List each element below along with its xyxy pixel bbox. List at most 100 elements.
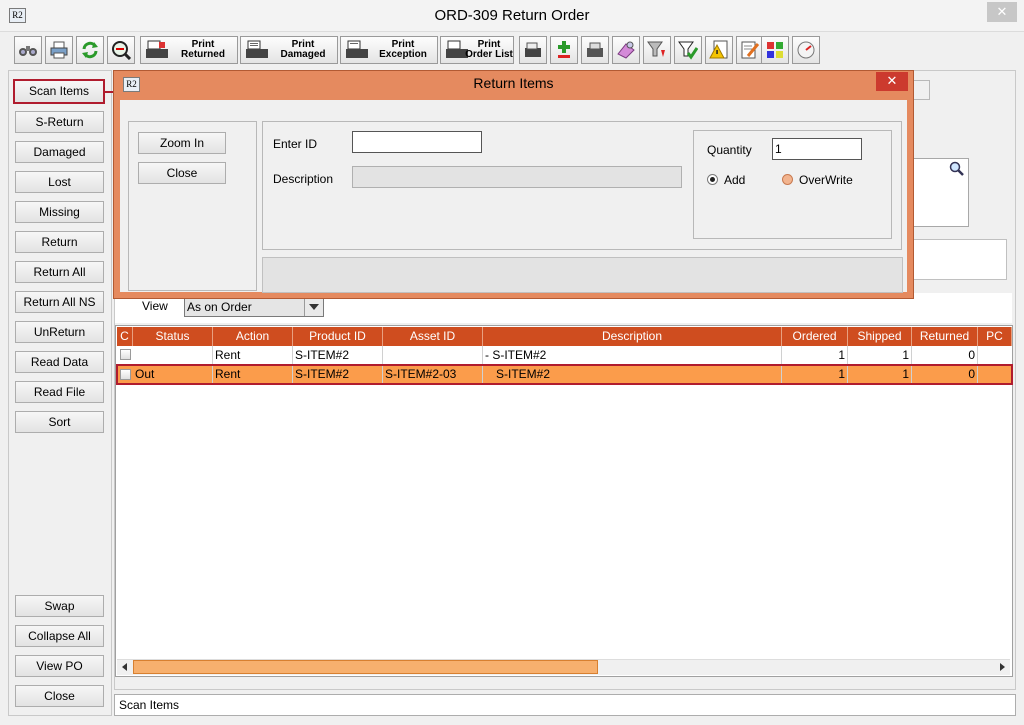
cell-status [133, 346, 213, 365]
close-button[interactable]: Close [15, 685, 104, 707]
cell-asset-id [383, 346, 483, 365]
add-remove-icon [558, 41, 570, 58]
dialog-close-button[interactable]: ✕ [876, 72, 908, 91]
scanner-button[interactable] [519, 36, 547, 64]
col-header-asset-id[interactable]: Asset ID [383, 327, 483, 346]
col-header-ordered[interactable]: Ordered [782, 327, 848, 346]
add-radio[interactable] [707, 174, 718, 185]
print-exception-button[interactable]: Print Exception [340, 36, 438, 64]
collapse-all-button[interactable]: Collapse All [15, 625, 104, 647]
eraser-icon [617, 41, 635, 59]
filter-check-button[interactable] [674, 36, 702, 64]
print-damaged-button[interactable]: Print Damaged [240, 36, 338, 64]
print-order-list-button[interactable]: Print Order List [440, 36, 514, 64]
cell-description: - S-ITEM#2 [483, 346, 782, 365]
cell-product-id: S-ITEM#2 [293, 346, 383, 365]
warning-document-icon [709, 40, 728, 59]
row-checkbox[interactable] [120, 349, 131, 360]
view-po-button[interactable]: View PO [15, 655, 104, 677]
scroll-thumb[interactable] [133, 660, 598, 674]
cell-returned: 0 [912, 346, 978, 365]
col-header-product-id[interactable]: Product ID [293, 327, 383, 346]
return-button[interactable]: Return [15, 231, 104, 253]
enter-id-label: Enter ID [273, 137, 318, 151]
edit-notes-icon [741, 41, 760, 59]
printer-icon [50, 41, 68, 59]
edit-notes-button[interactable] [736, 36, 764, 64]
funnel-check-icon [678, 41, 698, 60]
color-grid-icon [767, 42, 783, 58]
read-file-button[interactable]: Read File [15, 381, 104, 403]
col-header-pc[interactable]: PC [978, 327, 1012, 346]
add-item-button[interactable] [550, 36, 578, 64]
device-button[interactable] [581, 36, 609, 64]
s-return-button[interactable]: S-Return [15, 111, 104, 133]
scan-items-button[interactable]: Scan Items [13, 79, 105, 104]
filter-down-button[interactable] [643, 36, 671, 64]
overwrite-radio-label: OverWrite [799, 173, 853, 187]
refresh-button[interactable] [76, 36, 104, 64]
print-damaged-icon [246, 40, 268, 58]
scroll-left-arrow[interactable] [119, 661, 131, 673]
print-returned-label: Print Returned [181, 39, 225, 60]
selected-row-highlight [116, 364, 1013, 385]
gauge-button[interactable] [792, 36, 820, 64]
palette-button[interactable] [761, 36, 789, 64]
quantity-input[interactable]: 1 [772, 138, 862, 160]
enter-id-input[interactable] [352, 131, 482, 153]
print-returned-icon [146, 40, 168, 58]
device-icon [587, 42, 603, 57]
status-bar: Scan Items [114, 694, 1016, 716]
zoom-in-button[interactable]: Zoom In [138, 132, 226, 154]
binoculars-icon [19, 46, 37, 56]
damaged-button[interactable]: Damaged [15, 141, 104, 163]
return-all-ns-button[interactable]: Return All NS [15, 291, 104, 313]
dialog-close-action-button[interactable]: Close [138, 162, 226, 184]
overwrite-radio[interactable] [782, 174, 793, 185]
arrow-left-icon [122, 663, 127, 671]
sort-button[interactable]: Sort [15, 411, 104, 433]
swap-button[interactable]: Swap [15, 595, 104, 617]
unreturn-button[interactable]: UnReturn [15, 321, 104, 343]
lost-button[interactable]: Lost [15, 171, 104, 193]
cell-ordered: 1 [782, 346, 848, 365]
refresh-icon [82, 41, 98, 59]
dialog-message-area [262, 257, 903, 293]
eraser-button[interactable] [612, 36, 640, 64]
col-header-shipped[interactable]: Shipped [848, 327, 912, 346]
quantity-label: Quantity [707, 143, 752, 157]
scanner-icon [525, 42, 541, 57]
zoom-out-button[interactable] [107, 36, 135, 64]
return-all-button[interactable]: Return All [15, 261, 104, 283]
print-damaged-label: Print Damaged [280, 39, 326, 60]
col-header-action[interactable]: Action [213, 327, 293, 346]
col-header-status[interactable]: Status [133, 327, 213, 346]
search-box[interactable] [910, 158, 969, 227]
zoom-out-icon [112, 41, 131, 60]
col-header-c[interactable]: C [117, 327, 133, 346]
print-exception-icon [346, 40, 368, 58]
view-label: View [142, 299, 168, 313]
funnel-arrow-icon [647, 41, 665, 57]
gauge-icon [797, 41, 815, 59]
view-select[interactable]: As on Order [184, 297, 324, 317]
dialog-title: Return Items [473, 75, 554, 91]
binoculars-button[interactable] [14, 36, 42, 64]
info-box [910, 239, 1007, 280]
print-returned-button[interactable]: Print Returned [140, 36, 238, 64]
warning-report-button[interactable] [705, 36, 733, 64]
window-close-button[interactable]: ✕ [987, 2, 1017, 22]
scroll-right-arrow[interactable] [996, 661, 1008, 673]
window-title: ORD-309 Return Order [434, 7, 590, 24]
missing-button[interactable]: Missing [15, 201, 104, 223]
chevron-down-icon [309, 304, 319, 310]
col-header-description[interactable]: Description [483, 327, 782, 346]
cell-action: Rent [213, 346, 293, 365]
print-button[interactable] [45, 36, 73, 64]
view-dropdown-button[interactable] [304, 298, 323, 316]
read-data-button[interactable]: Read Data [15, 351, 104, 373]
col-header-returned[interactable]: Returned [912, 327, 978, 346]
print-order-list-label: Print Order List [465, 39, 513, 60]
print-exception-label: Print Exception [379, 39, 427, 60]
search-icon[interactable] [949, 161, 965, 177]
